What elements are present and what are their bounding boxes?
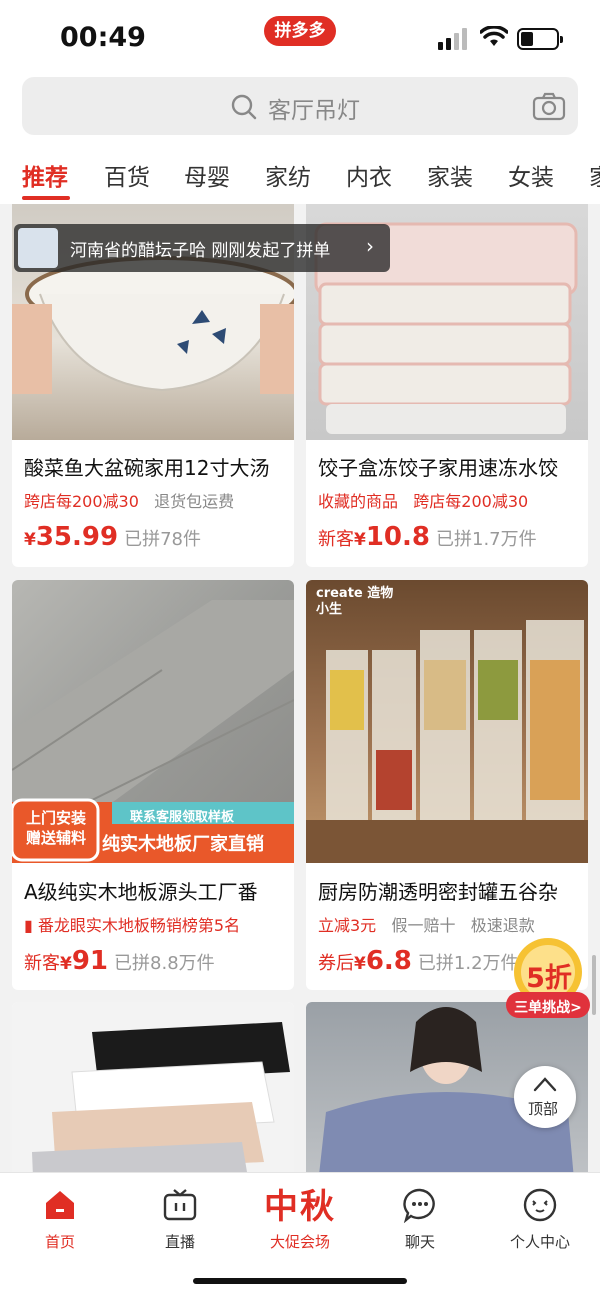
profile-icon — [523, 1188, 557, 1222]
back-to-top-button[interactable]: 顶部 — [514, 1066, 576, 1128]
back-to-top-label: 顶部 — [528, 1100, 559, 1118]
jar-brand-logo: create 造物小生 — [316, 586, 394, 617]
camera-icon[interactable] — [532, 91, 566, 121]
price-prefix: 新客 — [318, 529, 354, 550]
product-tags: 跨店每200减30 退货包运费 — [24, 488, 288, 512]
product-price: 91 — [71, 946, 109, 976]
price-line: ¥35.99 已拼78件 — [24, 522, 201, 552]
nav-promotion[interactable]: 中秋 大促会场 — [250, 1179, 350, 1259]
search-bar[interactable]: 客厅吊灯 — [22, 77, 578, 135]
price-line: 券后¥6.8 已拼1.2万件 — [318, 946, 519, 976]
wifi-icon — [480, 26, 508, 46]
home-indicator[interactable] — [193, 1278, 407, 1284]
nav-chat[interactable]: 聊天 — [370, 1179, 470, 1259]
floor-banner-top: 联系客服领取样板 — [130, 810, 235, 825]
notification-text: 河南省的醋坛子哈 刚刚发起了拼单 — [70, 241, 331, 261]
chevron-right-icon: › — [366, 234, 374, 258]
notification-thumbnail — [18, 228, 58, 268]
tab-baby[interactable]: 母婴 — [184, 158, 230, 192]
product-tags: 收藏的商品 跨店每200减30 — [318, 488, 582, 512]
product-image[interactable] — [12, 1002, 294, 1172]
product-image[interactable]: create 造物小生 — [306, 580, 588, 863]
service-tag: 极速退款 — [470, 916, 535, 935]
price-prefix: 券后 — [318, 953, 354, 974]
price-prefix: 新客 — [24, 953, 60, 974]
currency-symbol: ¥ — [354, 530, 366, 550]
product-tags: 立减3元 假一赔十 极速退款 — [318, 912, 582, 936]
product-card[interactable]: 联系客服领取样板 上门安装 赠送辅料 纯实木地板厂家直销 A级纯实木地板源头工厂… — [12, 580, 294, 990]
promo-tag: 跨店每200减30 — [24, 492, 139, 511]
tab-womens[interactable]: 女装 — [508, 158, 554, 192]
signal-icon — [438, 28, 468, 50]
product-title[interactable]: 饺子盒冻饺子家用速冻水饺 — [318, 452, 582, 481]
discount-caption: 三单挑战> — [514, 1000, 582, 1016]
product-tags: ▮ 番龙眼实木地板畅销榜第5名 — [24, 912, 288, 936]
nav-profile-label: 个人中心 — [509, 1233, 570, 1251]
floor-banner-left: 上门安装 赠送辅料 — [25, 809, 86, 847]
category-tabs: 推荐 百货 母婴 家纺 内衣 家装 女装 家 — [0, 150, 600, 202]
nav-home[interactable]: 首页 — [10, 1179, 110, 1259]
home-icon — [46, 1191, 74, 1219]
product-title[interactable]: 厨房防潮透明密封罐五谷杂 — [318, 876, 582, 905]
tab-recommend[interactable]: 推荐 — [22, 158, 68, 192]
currency-symbol: ¥ — [24, 530, 36, 550]
product-image[interactable]: 联系客服领取样板 上门安装 赠送辅料 纯实木地板厂家直销 — [12, 580, 294, 863]
sold-count: 已拼8.8万件 — [114, 953, 215, 974]
promo-tag: 立减3元 — [318, 916, 377, 935]
product-card[interactable] — [12, 1002, 294, 1172]
search-icon — [231, 94, 257, 120]
product-title[interactable]: 酸菜鱼大盆碗家用12寸大汤 — [24, 452, 288, 481]
nav-profile[interactable]: 个人中心 — [490, 1179, 590, 1259]
sold-count: 已拼1.7万件 — [436, 529, 537, 550]
tab-underwear[interactable]: 内衣 — [346, 158, 392, 192]
nav-live-label: 直播 — [164, 1233, 195, 1251]
product-price: 10.8 — [365, 522, 430, 552]
tab-bedding[interactable]: 家纺 — [265, 158, 311, 192]
currency-symbol: ¥ — [354, 954, 366, 974]
battery-icon — [517, 28, 563, 50]
ranking-icon: ▮ — [24, 916, 33, 935]
product-title[interactable]: A级纯实木地板源头工厂番 — [24, 876, 288, 905]
promo-tag: 跨店每200减30 — [413, 492, 529, 511]
currency-symbol: ¥ — [60, 954, 72, 974]
jars-illustration — [306, 620, 588, 863]
price-line: 新客¥10.8 已拼1.7万件 — [318, 522, 537, 552]
promo-badge[interactable]: 5折 三单挑战> — [502, 936, 592, 1024]
service-tag: 退货包运费 — [154, 492, 235, 511]
nav-promotion-label: 大促会场 — [269, 1233, 330, 1251]
nav-chat-label: 聊天 — [404, 1233, 435, 1251]
tab-general[interactable]: 百货 — [104, 158, 150, 192]
price-line: 新客¥91 已拼8.8万件 — [24, 946, 215, 976]
floor-banner-main: 纯实木地板厂家直销 — [102, 834, 264, 855]
status-time: 00:49 — [60, 22, 146, 53]
tv-icon — [163, 1189, 197, 1221]
chevron-up-icon — [533, 1077, 557, 1092]
underwear-illustration — [32, 1022, 290, 1172]
festival-text: 中秋 — [264, 1187, 336, 1227]
sold-count: 已拼78件 — [124, 529, 201, 550]
app-brand-badge: 拼多多 — [264, 16, 336, 46]
tab-home-partial[interactable]: 家 — [589, 158, 600, 192]
ranking-tag: 番龙眼实木地板畅销榜第5名 — [37, 916, 241, 935]
product-price: 6.8 — [365, 946, 412, 976]
product-feed[interactable]: 酸菜鱼大盆碗家用12寸大汤 跨店每200减30 退货包运费 ¥35.99 已拼78… — [0, 204, 600, 1172]
promo-tag: 收藏的商品 — [318, 492, 399, 511]
group-buy-notification[interactable]: 河南省的醋坛子哈 刚刚发起了拼单 › — [14, 224, 390, 272]
scroll-indicator[interactable] — [592, 955, 596, 1015]
status-bar: 00:49 拼多多 — [0, 0, 600, 72]
product-price: 35.99 — [35, 522, 119, 552]
service-tag: 假一赔十 — [391, 916, 456, 935]
search-input[interactable]: 客厅吊灯 — [268, 91, 360, 125]
nav-home-label: 首页 — [44, 1233, 75, 1251]
chat-icon — [403, 1188, 435, 1223]
tab-home-decor[interactable]: 家装 — [427, 158, 473, 192]
discount-value: 5折 — [526, 963, 572, 994]
product-card[interactable]: create 造物小生 厨房防潮透明密封罐五谷杂 立减3元 假一赔十 极速退款 … — [306, 580, 588, 990]
nav-live[interactable]: 直播 — [130, 1179, 230, 1259]
active-tab-indicator — [22, 196, 70, 200]
